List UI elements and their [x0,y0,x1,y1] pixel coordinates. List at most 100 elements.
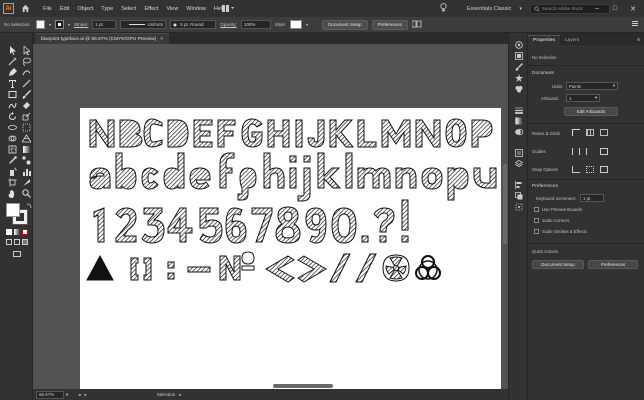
paintbrush-tool-icon[interactable] [21,89,32,99]
swatches-panel-icon[interactable] [509,50,529,61]
arrange-documents-icon[interactable] [222,5,234,14]
chevron-down-icon[interactable]: ▾ [66,392,68,398]
transparency-panel-icon[interactable] [509,126,529,137]
snap-to-pixel-icon[interactable] [600,166,608,173]
menu-type[interactable]: Type [97,6,117,12]
variable-width-profile[interactable]: Uniform [120,20,167,29]
show-guides-icon[interactable] [572,148,580,155]
shaper-tool-icon[interactable] [7,100,18,110]
curvature-tool-icon[interactable] [21,67,32,77]
rectangle-tool-icon[interactable] [7,89,18,99]
quick-document-setup-button[interactable]: Document Setup [532,260,584,269]
typeface-artwork[interactable] [80,108,501,389]
panel-menu-icon[interactable]: ≡ [637,37,640,43]
hand-tool-icon[interactable] [7,188,18,198]
draw-normal-icon[interactable] [6,239,12,245]
vertical-scrollbar[interactable] [503,164,507,244]
workspace-switcher[interactable]: Essentials Classic [467,6,511,12]
pathfinder-panel-icon[interactable] [509,190,529,201]
panel-menu-icon[interactable] [632,21,638,28]
fill-stroke-widget[interactable] [6,203,28,225]
quick-preferences-button[interactable]: Preferences [588,260,638,269]
symbol-sprayer-tool-icon[interactable] [7,166,18,176]
gradient-tool-icon[interactable] [21,144,32,154]
scale-corners-checkbox[interactable] [534,218,539,223]
column-graph-tool-icon[interactable] [21,166,32,176]
menu-view[interactable]: View [162,6,182,12]
document-tab[interactable]: blueprint typeface.ai @ 66.67% (CMYK/GPU… [35,33,170,44]
align-panel-icon[interactable] [509,179,529,190]
menu-effect[interactable]: Effect [141,6,163,12]
transform-panel-icon[interactable] [509,201,529,212]
graphic-style-swatch[interactable] [290,20,303,29]
gradient-panel-icon[interactable] [509,115,529,126]
mesh-tool-icon[interactable] [7,144,18,154]
eraser-tool-icon[interactable] [21,100,32,110]
snap-to-grid-icon[interactable] [586,166,594,173]
scale-strokes-label[interactable]: Scale Strokes & Effects [542,229,587,234]
menu-window[interactable]: Window [182,6,210,12]
symbols-panel-icon[interactable] [509,72,529,83]
document-setup-button[interactable]: Document Setup [322,19,368,30]
scale-strokes-checkbox[interactable] [534,229,539,234]
gradient-icon[interactable] [14,229,20,235]
lightbulb-icon[interactable] [440,3,447,14]
menu-file[interactable]: File [39,6,56,12]
blend-tool-icon[interactable] [21,155,32,165]
close-window-icon[interactable]: ✕ [624,5,642,13]
chevron-down-icon[interactable]: ▾ [306,22,308,27]
tab-properties[interactable]: Properties [528,35,560,45]
direct-selection-tool-icon[interactable] [21,45,32,55]
rulers-icon[interactable] [572,129,580,136]
stroke-weight-field[interactable]: 1 pt [92,20,117,29]
line-segment-tool-icon[interactable] [21,78,32,88]
keyboard-increment-field[interactable]: 1 pt [580,194,604,202]
shape-builder-tool-icon[interactable] [7,133,18,143]
swap-colors-icon[interactable] [26,203,32,210]
edit-artboards-button[interactable]: Edit Artboards [564,107,618,116]
snap-to-point-icon[interactable] [572,166,580,173]
prev-artboard-icon[interactable]: ◂ [78,392,80,398]
units-dropdown[interactable]: Points ▾ [566,82,618,90]
menu-object[interactable]: Object [73,6,97,12]
chevron-right-icon[interactable]: ▸ [179,392,181,398]
chevron-down-icon[interactable]: ▾ [519,6,522,12]
draw-behind-icon[interactable] [14,239,20,245]
artboard-tool-icon[interactable] [7,177,18,187]
brush-definition[interactable]: 5 pt. Round [170,20,217,29]
smart-guides-icon[interactable] [600,148,608,155]
screen-mode-icon[interactable] [13,251,21,257]
width-tool-icon[interactable] [7,122,18,132]
horizontal-scrollbar[interactable] [273,384,333,388]
stroke-label[interactable]: Stroke: [74,22,88,27]
selection-tool-icon[interactable] [7,45,18,55]
color-panel-icon[interactable] [509,39,529,50]
stroke-panel-icon[interactable] [509,104,529,115]
graphic-styles-panel-icon[interactable] [509,83,529,94]
maximize-icon[interactable]: □ [606,5,624,12]
artboard-dropdown[interactable]: 1 ▾ [566,94,600,102]
eyedropper-tool-icon[interactable] [7,155,18,165]
none-icon[interactable] [22,229,28,235]
appearance-panel-icon[interactable] [509,147,529,158]
home-icon[interactable] [17,0,33,17]
color-icon[interactable] [6,229,12,235]
zoom-tool-icon[interactable] [21,188,32,198]
preferences-button[interactable]: Preferences [371,19,408,30]
grid-icon[interactable] [586,129,594,136]
chevron-down-icon[interactable]: ▾ [68,22,70,27]
fill-swatch[interactable] [36,20,45,29]
canvas[interactable] [33,44,508,389]
minimize-icon[interactable]: – [588,5,606,12]
scale-corners-label[interactable]: Scale Corners [542,218,569,223]
status-mode[interactable]: Selection [157,392,176,397]
pixel-grid-icon[interactable] [600,129,608,136]
slice-tool-icon[interactable] [21,177,32,187]
pen-tool-icon[interactable] [7,67,18,77]
menu-edit[interactable]: Edit [56,6,73,12]
arrange-icon[interactable] [411,20,422,30]
layers-panel-icon[interactable] [509,158,529,169]
use-preview-bounds-checkbox[interactable] [534,207,539,212]
scale-tool-icon[interactable] [21,111,32,121]
perspective-grid-tool-icon[interactable] [21,133,32,143]
